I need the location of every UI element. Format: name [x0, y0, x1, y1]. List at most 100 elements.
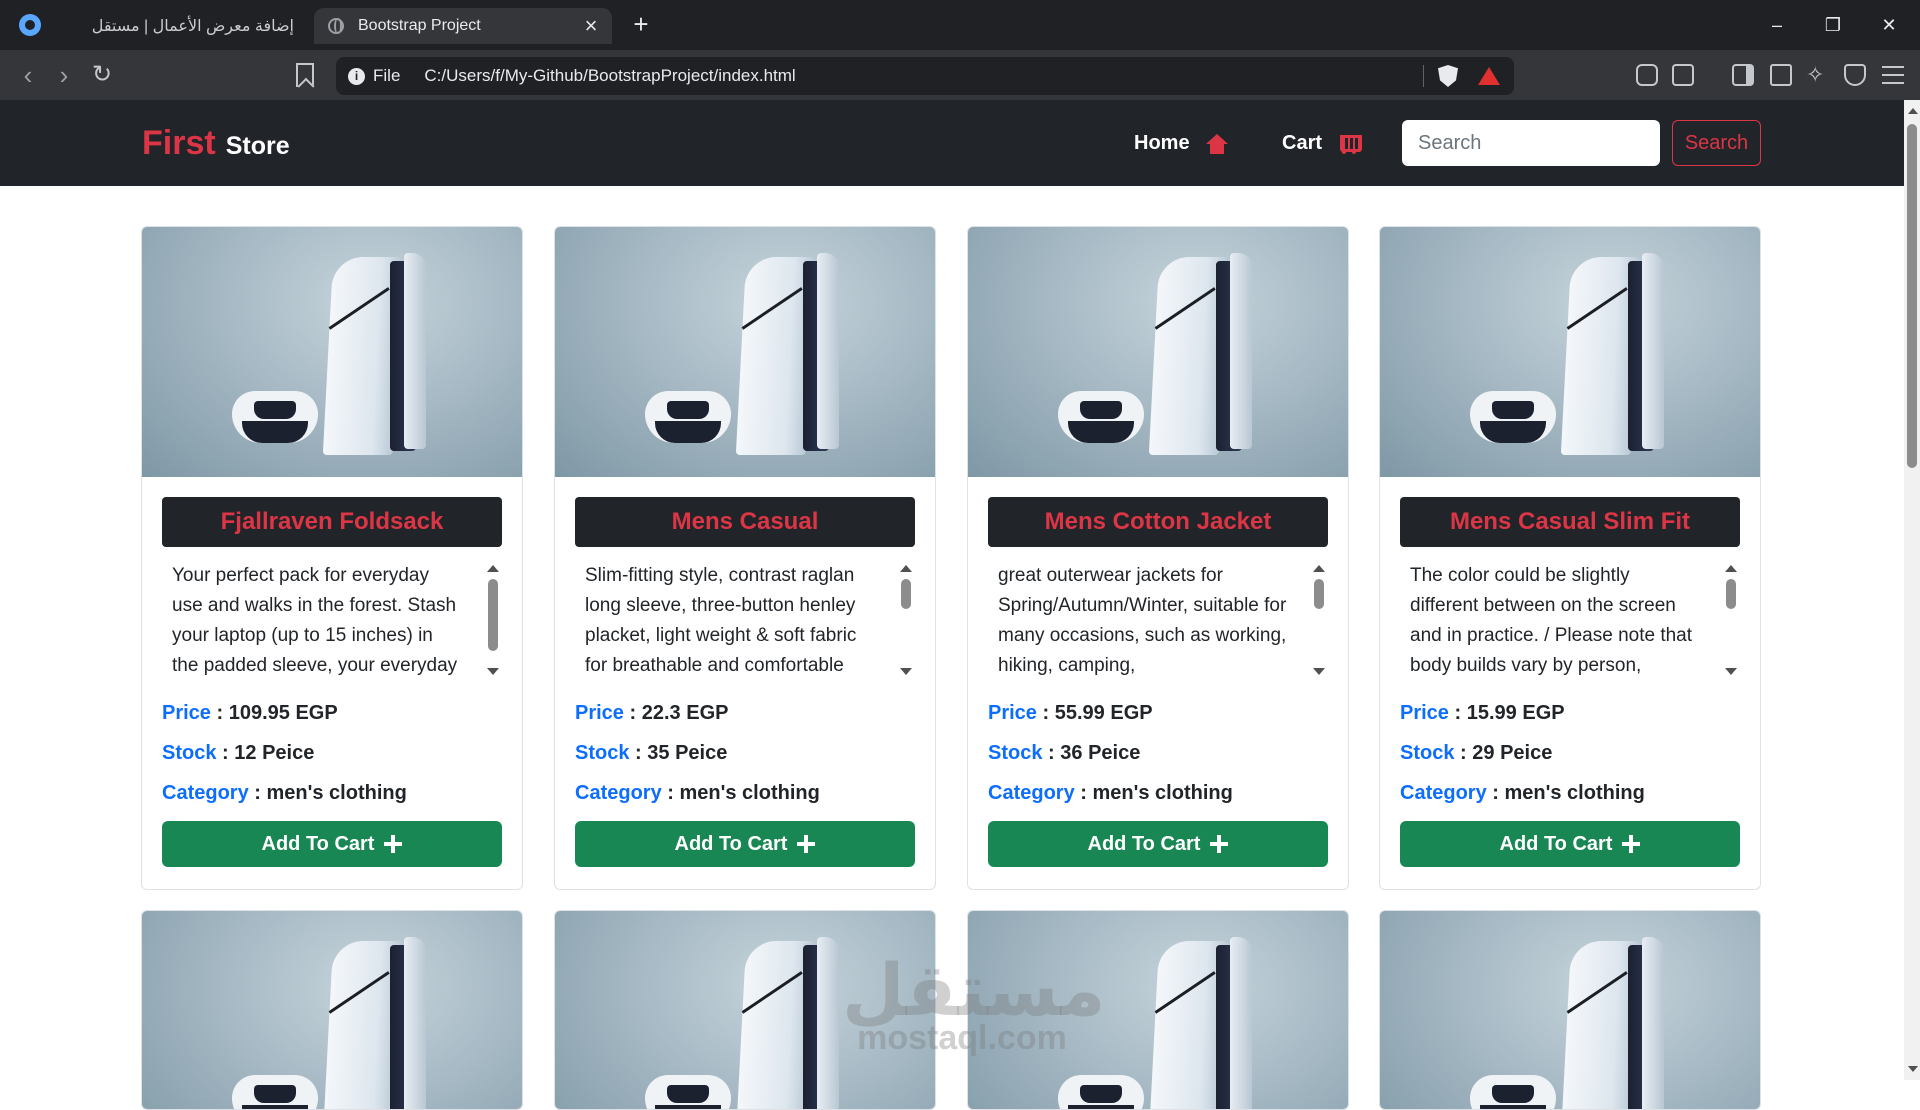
- info-icon[interactable]: i: [348, 67, 365, 85]
- separator: :: [635, 742, 642, 764]
- search-button[interactable]: Search: [1672, 120, 1761, 166]
- description-box[interactable]: Slim-fitting style, contrast raglan long…: [575, 561, 915, 685]
- stock-value: 35: [647, 742, 670, 764]
- stock-value: 12: [234, 742, 257, 764]
- brave-shield-icon[interactable]: [1438, 65, 1458, 87]
- nav-home-link[interactable]: Home: [1134, 132, 1228, 155]
- back-icon[interactable]: ‹: [14, 62, 42, 90]
- product-image: [1380, 911, 1760, 1109]
- stock-row: Stock : 29 Peice: [1400, 733, 1740, 773]
- scrollbar-thumb[interactable]: [1726, 579, 1736, 609]
- menu-icon[interactable]: [1882, 66, 1904, 84]
- description-scrollbar[interactable]: [897, 561, 915, 677]
- search-input[interactable]: [1402, 120, 1660, 166]
- reload-icon[interactable]: ↻: [88, 62, 116, 90]
- controller-illustration: [1058, 1075, 1144, 1109]
- scroll-up-arrow-icon[interactable]: [487, 565, 499, 572]
- category-key: Category: [162, 782, 249, 804]
- description-scrollbar[interactable]: [1310, 561, 1328, 677]
- description-box[interactable]: The color could be slightly different be…: [1400, 561, 1740, 685]
- scroll-up-arrow-icon[interactable]: [1725, 565, 1737, 572]
- description-box[interactable]: great outerwear jackets for Spring/Autum…: [988, 561, 1328, 685]
- page-scrollbar[interactable]: [1904, 100, 1920, 1080]
- stock-row: Stock : 12 Peice: [162, 733, 502, 773]
- category-value: men's clothing: [1092, 782, 1233, 804]
- category-row: Category : men's clothing: [162, 773, 502, 813]
- category-value: men's clothing: [1504, 782, 1645, 804]
- scrollbar-thumb[interactable]: [901, 579, 911, 609]
- sidebar-icon[interactable]: [1732, 64, 1754, 86]
- address-bar[interactable]: i File C:/Users/f/My-Github/BootstrapPro…: [336, 57, 1514, 95]
- brave-rewards-icon[interactable]: [1478, 67, 1500, 85]
- stock-unit: Peice: [1500, 742, 1553, 764]
- description-box[interactable]: Your perfect pack for everyday use and w…: [162, 561, 502, 685]
- forward-icon[interactable]: ›: [50, 62, 78, 90]
- price-key: Price: [162, 702, 211, 724]
- scroll-down-arrow-icon[interactable]: [1908, 1066, 1918, 1072]
- maximize-button[interactable]: ❐: [1810, 10, 1856, 40]
- scrollbar-thumb[interactable]: [1314, 579, 1324, 609]
- scroll-up-arrow-icon[interactable]: [1908, 108, 1918, 114]
- tab-bootstrap-project[interactable]: Bootstrap Project ×: [314, 8, 612, 44]
- close-tab-icon[interactable]: ×: [578, 13, 604, 39]
- stock-key: Stock: [988, 742, 1043, 764]
- vpn-icon[interactable]: [1844, 64, 1866, 86]
- description-scrollbar[interactable]: [1722, 561, 1740, 677]
- url-text[interactable]: C:/Users/f/My-Github/BootstrapProject/in…: [424, 66, 1423, 86]
- watermark-arabic: مستقل: [842, 948, 1106, 1032]
- card-body: Mens Cotton Jacket great outerwear jacket…: [968, 477, 1348, 867]
- price-row: Price : 55.99 EGP: [988, 693, 1328, 733]
- card-body: Mens Casual Slim Fit The color could be s…: [1380, 477, 1760, 867]
- tab-mostaql[interactable]: إضافة معرض الأعمال | مستقل: [60, 8, 308, 44]
- scroll-down-arrow-icon[interactable]: [1313, 668, 1325, 675]
- add-to-cart-button[interactable]: Add To Cart: [988, 821, 1328, 867]
- separator: :: [216, 702, 224, 724]
- tab-title: Bootstrap Project: [358, 17, 481, 34]
- separator: :: [1048, 742, 1055, 764]
- scroll-down-arrow-icon[interactable]: [900, 668, 912, 675]
- console-shell: [404, 253, 426, 449]
- new-tab-button[interactable]: +: [628, 9, 654, 39]
- product-title: Fjallraven Foldsack: [162, 497, 502, 547]
- controller-illustration: [232, 391, 318, 443]
- stock-row: Stock : 35 Peice: [575, 733, 915, 773]
- minimize-button[interactable]: –: [1754, 10, 1800, 40]
- close-window-button[interactable]: ✕: [1866, 10, 1912, 40]
- currency: EGP: [295, 702, 338, 724]
- scroll-down-arrow-icon[interactable]: [1725, 668, 1737, 675]
- separator: :: [1460, 742, 1467, 764]
- omnibox-divider: [1423, 65, 1424, 87]
- leo-ai-icon[interactable]: ✧: [1806, 64, 1828, 86]
- store-navbar: First Store Home Cart Search: [0, 100, 1904, 186]
- extensions-icon[interactable]: [1636, 64, 1658, 86]
- scroll-down-arrow-icon[interactable]: [487, 668, 499, 675]
- price-key: Price: [988, 702, 1037, 724]
- product-image: [555, 227, 935, 477]
- description-scrollbar[interactable]: [484, 561, 502, 677]
- separator: :: [629, 702, 637, 724]
- screenshot-icon[interactable]: [1672, 64, 1694, 86]
- scrollbar-thumb[interactable]: [1907, 124, 1917, 468]
- console-shell: [1230, 937, 1252, 1109]
- stock-row: Stock : 36 Peice: [988, 733, 1328, 773]
- add-to-cart-button[interactable]: Add To Cart: [575, 821, 915, 867]
- scroll-up-arrow-icon[interactable]: [900, 565, 912, 572]
- brave-browser-logo-icon[interactable]: [19, 14, 41, 36]
- wallet-icon[interactable]: [1770, 64, 1792, 86]
- nav-cart-link[interactable]: Cart: [1282, 132, 1363, 155]
- scroll-up-arrow-icon[interactable]: [1313, 565, 1325, 572]
- category-value: men's clothing: [266, 782, 407, 804]
- stock-unit: Peice: [1088, 742, 1141, 764]
- add-to-cart-button[interactable]: Add To Cart: [162, 821, 502, 867]
- brand-logo[interactable]: First Store: [142, 124, 290, 163]
- add-to-cart-button[interactable]: Add To Cart: [1400, 821, 1740, 867]
- controller-illustration: [1470, 1075, 1556, 1109]
- card-body: Mens Casual Slim-fitting style, contrast …: [555, 477, 935, 867]
- scrollbar-thumb[interactable]: [488, 579, 498, 651]
- console-shell: [1642, 253, 1664, 449]
- separator: :: [1454, 702, 1462, 724]
- plus-icon: [1622, 835, 1641, 853]
- separator: :: [222, 742, 229, 764]
- nav-home-label: Home: [1134, 132, 1190, 154]
- bookmark-icon[interactable]: [296, 63, 314, 87]
